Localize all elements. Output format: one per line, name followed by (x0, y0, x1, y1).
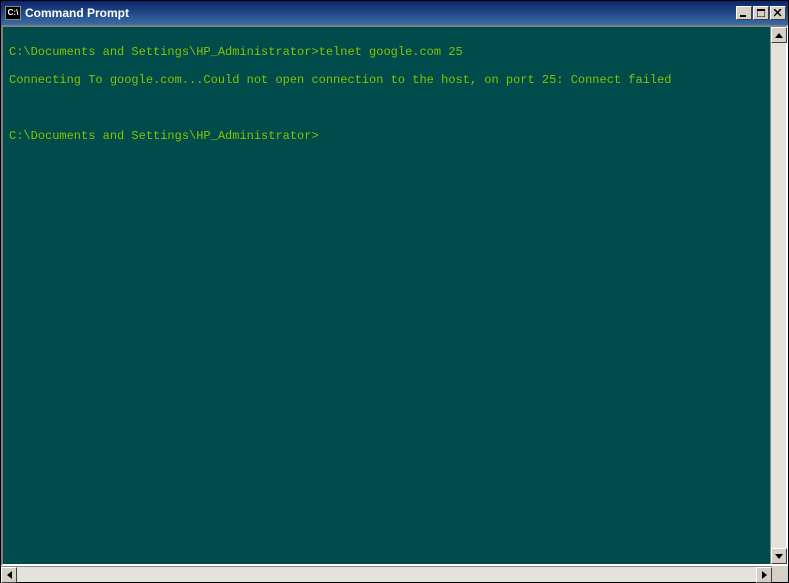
terminal-line: Connecting To google.com...Could not ope… (9, 73, 764, 87)
minimize-button[interactable] (736, 6, 752, 20)
chevron-right-icon (762, 571, 767, 579)
terminal-prompt-line: C:\Documents and Settings\HP_Administrat… (9, 129, 764, 143)
window-controls (735, 6, 786, 20)
window-title: Command Prompt (25, 6, 735, 20)
scroll-up-button[interactable] (771, 27, 787, 43)
chevron-down-icon (775, 554, 783, 559)
terminal-container: C:\Documents and Settings\HP_Administrat… (1, 25, 788, 566)
client-area: C:\Documents and Settings\HP_Administrat… (1, 25, 788, 582)
terminal-line (9, 101, 764, 115)
horizontal-scroll-track[interactable] (17, 567, 756, 582)
scrollbar-corner (772, 566, 788, 582)
command-prompt-window: C:\ Command Prompt C:\Documents and Sett… (0, 0, 789, 583)
terminal-line: C:\Documents and Settings\HP_Administrat… (9, 45, 764, 59)
terminal-output[interactable]: C:\Documents and Settings\HP_Administrat… (3, 27, 770, 564)
scroll-right-button[interactable] (756, 567, 772, 583)
vertical-scrollbar[interactable] (770, 27, 786, 564)
close-button[interactable] (770, 6, 786, 20)
vertical-scroll-track[interactable] (771, 43, 786, 548)
chevron-up-icon (775, 33, 783, 38)
scroll-left-button[interactable] (1, 567, 17, 583)
chevron-left-icon (7, 571, 12, 579)
horizontal-scrollbar[interactable] (1, 566, 772, 582)
app-icon[interactable]: C:\ (5, 6, 21, 20)
scroll-down-button[interactable] (771, 548, 787, 564)
titlebar[interactable]: C:\ Command Prompt (1, 1, 788, 25)
maximize-button[interactable] (753, 6, 769, 20)
